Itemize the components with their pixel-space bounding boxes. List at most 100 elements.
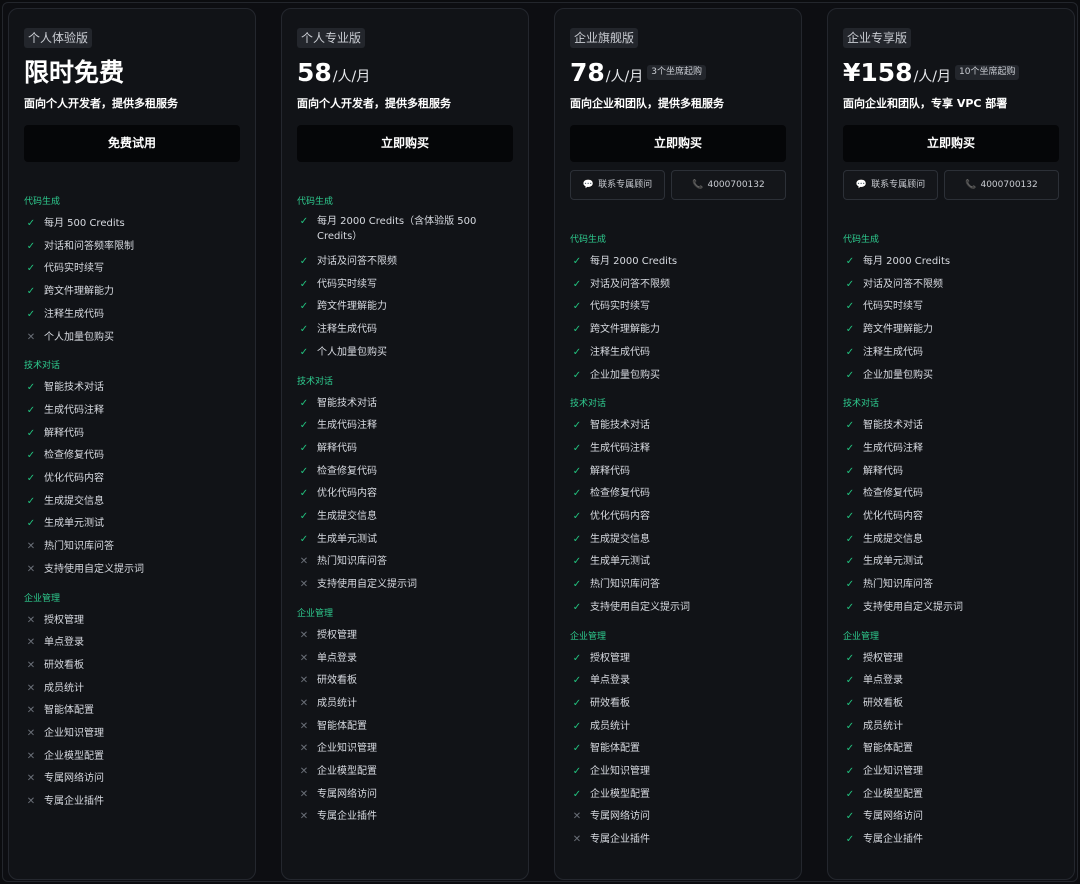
- plan-description: 面向企业和团队，提供多租服务: [570, 97, 724, 110]
- check-icon: ✓: [26, 240, 36, 252]
- feature-label: 专属企业插件: [44, 796, 104, 808]
- feature-item: ✓ 跨文件理解能力: [843, 320, 933, 340]
- contact-consultant-button[interactable]: 💬 联系专属顾问: [843, 170, 938, 200]
- plan-price: 限时免费: [24, 56, 124, 90]
- feature-label: 研效看板: [44, 659, 84, 671]
- check-icon: ✓: [845, 420, 855, 432]
- check-icon: ✓: [572, 324, 582, 336]
- feature-section-title: 技术对话: [570, 399, 607, 410]
- plan-description: 面向个人开发者，提供多租服务: [297, 97, 451, 110]
- feature-label: 个人加量包购买: [44, 331, 114, 343]
- feature-label: 优化代码内容: [317, 488, 377, 500]
- feature-label: 每月 2000 Credits: [590, 256, 678, 267]
- feature-label: 代码实时续写: [863, 301, 923, 313]
- contact-consultant-label: 联系专属顾问: [598, 180, 653, 190]
- feature-item: ✕ 智能体配置: [297, 717, 367, 737]
- feature-item: ✕ 专属企业插件: [297, 807, 377, 827]
- feature-item: ✓ 生成代码注释: [297, 416, 377, 436]
- feature-item: ✓ 生成单元测试: [297, 530, 377, 550]
- feature-label: 代码实时续写: [44, 263, 104, 275]
- feature-item: ✓ 热门知识库问答: [843, 575, 933, 595]
- feature-item: ✓ 生成单元测试: [843, 552, 923, 572]
- feature-item: ✓ 检查修复代码: [843, 484, 923, 504]
- check-icon: ✓: [845, 256, 855, 267]
- feature-item: ✕ 成员统计: [24, 679, 84, 699]
- cross-icon: ✕: [299, 629, 309, 641]
- feature-label: 单点登录: [590, 675, 630, 687]
- feature-item: ✓ 单点登录: [570, 671, 630, 691]
- feature-label: 解释代码: [317, 442, 357, 454]
- feature-item: ✕ 研效看板: [24, 656, 84, 676]
- phone-number-label: 4000700132: [707, 180, 765, 190]
- check-icon: ✓: [572, 579, 582, 591]
- free-trial-button[interactable]: 免费试用: [24, 125, 240, 162]
- feature-item: ✓ 企业加量包购买: [570, 366, 660, 386]
- feature-item: ✕ 专属网络访问: [24, 769, 104, 789]
- feature-label: 生成单元测试: [590, 556, 650, 568]
- feature-item: ✓ 企业模型配置: [843, 785, 923, 805]
- feature-label: 热门知识库问答: [590, 579, 660, 591]
- feature-label: 优化代码内容: [863, 511, 923, 522]
- feature-label: 跨文件理解能力: [590, 324, 660, 336]
- feature-item: ✕ 专属企业插件: [570, 830, 650, 850]
- cross-icon: ✕: [299, 675, 309, 687]
- check-icon: ✓: [299, 256, 309, 267]
- feature-item: ✕ 企业知识管理: [297, 739, 377, 759]
- feature-label: 优化代码内容: [44, 473, 104, 484]
- check-icon: ✓: [299, 346, 309, 358]
- check-icon: ✓: [26, 404, 36, 416]
- phone-number-button[interactable]: 📞 4000700132: [944, 170, 1059, 200]
- feature-label: 企业知识管理: [317, 743, 377, 755]
- check-icon: ✓: [299, 420, 309, 432]
- feature-label: 授权管理: [863, 652, 903, 664]
- cross-icon: ✕: [26, 796, 36, 808]
- feature-label: 跨文件理解能力: [44, 286, 114, 298]
- cross-icon: ✕: [299, 811, 309, 823]
- feature-item: ✕ 授权管理: [297, 626, 357, 646]
- feature-label: 检查修复代码: [317, 465, 377, 477]
- feature-item: ✓ 个人加量包购买: [297, 343, 387, 363]
- check-icon: ✓: [26, 382, 36, 394]
- feature-label: 热门知识库问答: [317, 556, 387, 568]
- check-icon: ✓: [845, 324, 855, 336]
- contact-consultant-button[interactable]: 💬 联系专属顾问: [570, 170, 665, 200]
- phone-number-button[interactable]: 📞 4000700132: [671, 170, 786, 200]
- check-icon: ✓: [572, 420, 582, 432]
- price-value: 限时免费: [24, 58, 125, 87]
- check-icon: ✓: [845, 278, 855, 290]
- feature-item: ✓ 企业模型配置: [570, 785, 650, 805]
- check-icon: ✓: [572, 488, 582, 500]
- feature-item: ✓ 生成代码注释: [24, 401, 104, 421]
- price-value: 78: [570, 58, 605, 87]
- feature-item: ✓ 企业知识管理: [843, 762, 923, 782]
- feature-label: 支持使用自定义提示词: [44, 563, 144, 575]
- feature-item: ✓ 专属企业插件: [843, 830, 923, 850]
- check-icon: ✓: [845, 697, 855, 709]
- check-icon: ✓: [572, 533, 582, 545]
- check-icon: ✓: [299, 465, 309, 477]
- feature-label: 单点登录: [317, 652, 357, 664]
- cross-icon: ✕: [299, 579, 309, 591]
- buy-now-button[interactable]: 立即购买: [570, 125, 786, 162]
- feature-label: 生成代码注释: [590, 442, 650, 454]
- cross-icon: ✕: [299, 556, 309, 568]
- feature-item: ✕ 企业知识管理: [24, 724, 104, 744]
- cross-icon: ✕: [299, 743, 309, 755]
- check-icon: ✓: [26, 495, 36, 507]
- feature-item: ✓ 智能体配置: [843, 739, 913, 759]
- feature-section-title: 企业管理: [24, 593, 61, 604]
- feature-item: ✓ 优化代码内容: [24, 469, 104, 489]
- feature-item: ✓ 对话及问答不限频: [843, 275, 943, 295]
- check-icon: ✓: [299, 511, 309, 522]
- check-icon: ✓: [845, 346, 855, 358]
- feature-item: ✓ 每月 500 Credits: [24, 214, 125, 234]
- feature-label: 热门知识库问答: [44, 541, 114, 553]
- feature-item: ✕ 热门知识库问答: [297, 552, 387, 572]
- buy-now-button[interactable]: 立即购买: [297, 125, 513, 162]
- feature-item: ✓ 智能技术对话: [297, 394, 377, 414]
- cross-icon: ✕: [26, 750, 36, 762]
- feature-label: 授权管理: [44, 614, 84, 626]
- feature-label: 企业知识管理: [44, 728, 104, 739]
- buy-now-button[interactable]: 立即购买: [843, 125, 1059, 162]
- check-icon: ✓: [26, 450, 36, 462]
